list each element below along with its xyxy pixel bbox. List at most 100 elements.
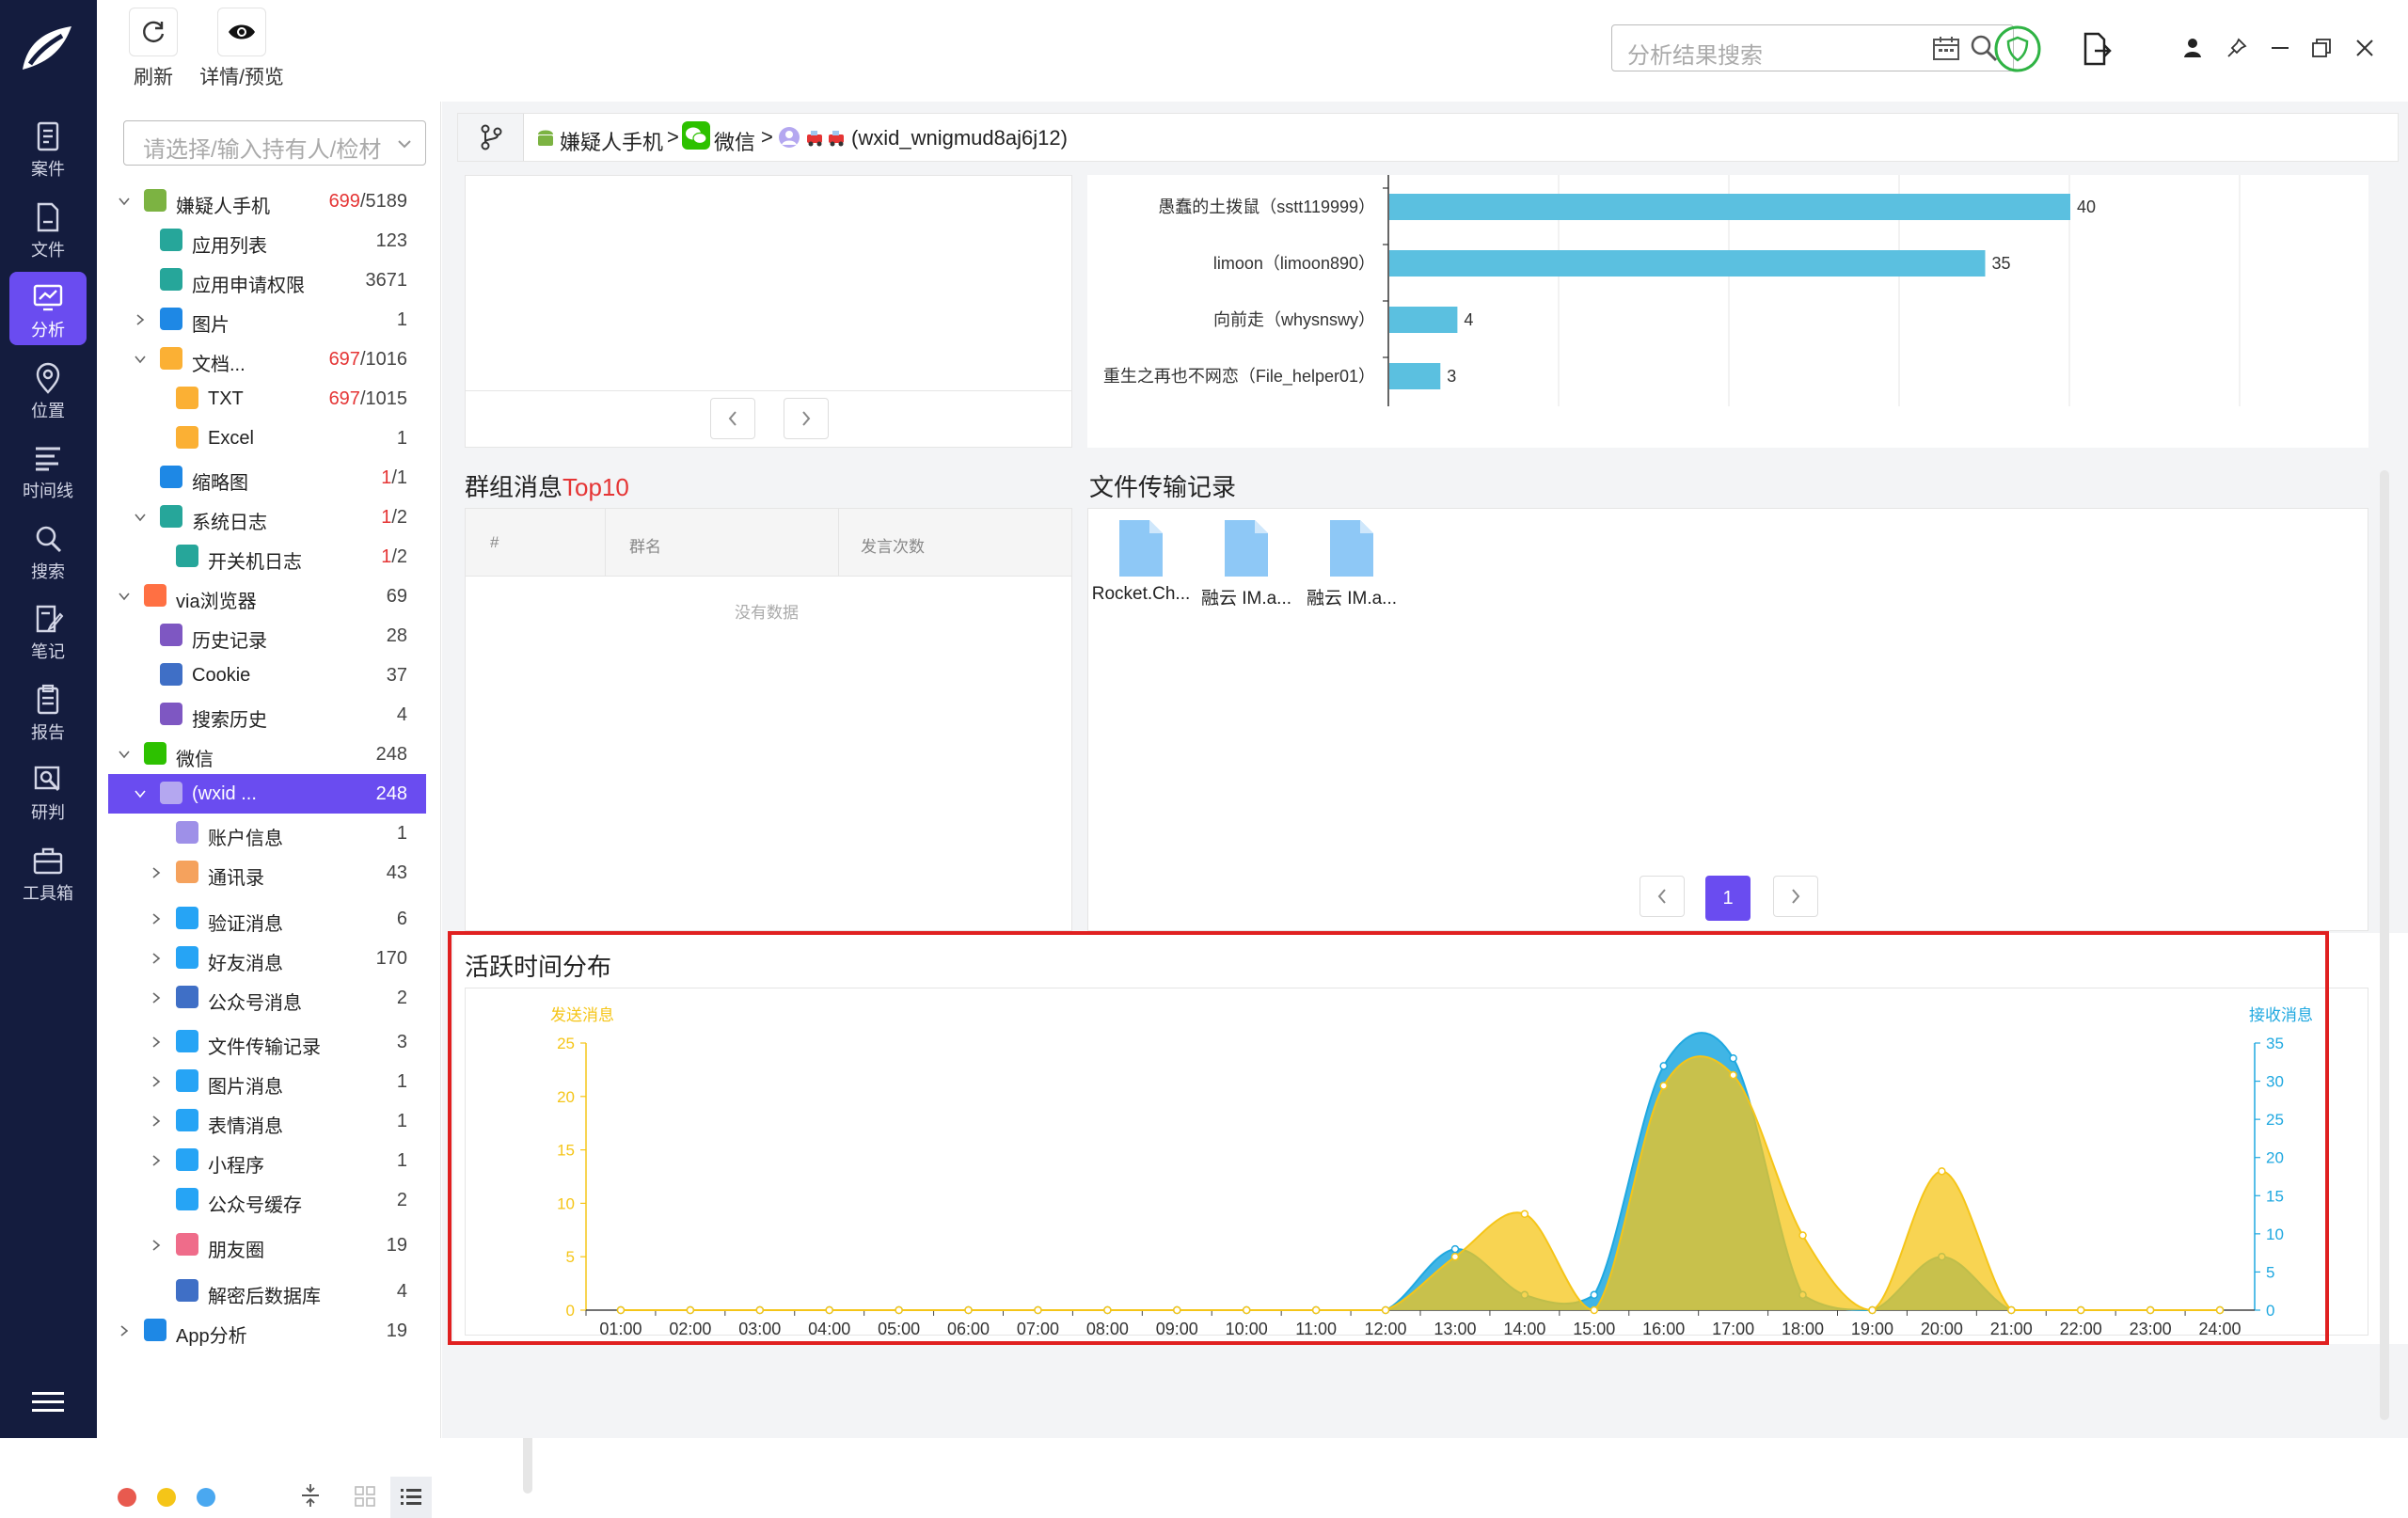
data-point[interactable] bbox=[1450, 1252, 1460, 1261]
tree-item[interactable]: 文件传输记录 3 bbox=[108, 1022, 426, 1062]
breadcrumb-app[interactable]: 微信 bbox=[714, 126, 755, 156]
tree-item[interactable]: 历史记录 28 bbox=[108, 616, 426, 656]
restore-icon[interactable] bbox=[2311, 38, 2332, 58]
menu-icon[interactable] bbox=[32, 1392, 64, 1413]
file-item[interactable]: Rocket.Ch... bbox=[1090, 518, 1192, 612]
tree-item[interactable]: 系统日志 1/2 bbox=[108, 498, 426, 537]
chevron-right-icon[interactable] bbox=[134, 313, 147, 326]
chevron-right-icon[interactable] bbox=[150, 1239, 163, 1252]
data-point[interactable] bbox=[964, 1305, 973, 1315]
holder-select[interactable]: 请选择/输入持有人/检材 bbox=[123, 120, 426, 166]
data-point[interactable] bbox=[1381, 1305, 1390, 1315]
tree-item[interactable]: 公众号消息 2 bbox=[108, 978, 426, 1018]
tree-item[interactable]: 验证消息 6 bbox=[108, 899, 426, 939]
minimize-icon[interactable] bbox=[2270, 38, 2290, 58]
data-point[interactable] bbox=[2007, 1305, 2016, 1315]
collapse-icon[interactable] bbox=[300, 1482, 321, 1509]
breadcrumb-account[interactable]: (wxid_wnigmud8aj6j12) bbox=[851, 126, 1068, 150]
data-point[interactable] bbox=[1659, 1082, 1668, 1090]
chevron-right-icon[interactable] bbox=[150, 1154, 163, 1167]
tree-item[interactable]: 搜索历史 4 bbox=[108, 695, 426, 735]
rail-item-analysis[interactable]: 分析 bbox=[9, 272, 87, 345]
chevron-down-icon[interactable] bbox=[134, 787, 147, 800]
data-point[interactable] bbox=[755, 1305, 765, 1315]
bar[interactable] bbox=[1389, 363, 1441, 389]
data-point[interactable] bbox=[2146, 1305, 2155, 1315]
tree-item[interactable]: 应用申请权限 3671 bbox=[108, 261, 426, 300]
next-page-button[interactable] bbox=[784, 398, 829, 439]
data-point[interactable] bbox=[1659, 1062, 1668, 1070]
file-item[interactable]: 融云 IM.a... bbox=[1196, 518, 1297, 612]
tree-item[interactable]: 通讯录 43 bbox=[108, 853, 426, 893]
tree-item[interactable]: via浏览器 69 bbox=[108, 577, 426, 616]
chevron-right-icon[interactable] bbox=[150, 991, 163, 1004]
refresh-button[interactable]: 刷新 bbox=[123, 8, 183, 90]
bar[interactable] bbox=[1389, 194, 2070, 220]
tree-item[interactable]: 开关机日志 1/2 bbox=[108, 537, 426, 577]
chevron-down-icon[interactable] bbox=[118, 748, 131, 761]
chevron-down-icon[interactable] bbox=[134, 353, 147, 366]
tree-item[interactable]: 嫌疑人手机 699/5189 bbox=[108, 182, 426, 221]
pin-icon[interactable] bbox=[2226, 38, 2247, 58]
tree-item[interactable]: 公众号缓存 2 bbox=[108, 1180, 426, 1220]
data-point[interactable] bbox=[1103, 1305, 1112, 1315]
chevron-right-icon[interactable] bbox=[150, 952, 163, 965]
calendar-icon[interactable] bbox=[1932, 35, 1960, 61]
tree-item[interactable]: 小程序 1 bbox=[108, 1141, 426, 1180]
tree-item[interactable]: 应用列表 123 bbox=[108, 221, 426, 261]
chevron-right-icon[interactable] bbox=[150, 866, 163, 879]
list-view-button[interactable] bbox=[390, 1477, 432, 1518]
data-point[interactable] bbox=[616, 1305, 626, 1315]
tree-item[interactable]: 账户信息 1 bbox=[108, 814, 426, 853]
current-page-button[interactable]: 1 bbox=[1705, 876, 1751, 921]
tree-item[interactable]: 图片消息 1 bbox=[108, 1062, 426, 1101]
yellow-dot-icon[interactable] bbox=[157, 1488, 176, 1507]
data-point[interactable] bbox=[1590, 1290, 1599, 1300]
next-page-button[interactable] bbox=[1773, 876, 1818, 917]
branch-button[interactable] bbox=[458, 114, 524, 161]
tree-item[interactable]: 好友消息 170 bbox=[108, 939, 426, 978]
rail-item-toolbox[interactable]: 工具箱 bbox=[9, 835, 87, 909]
data-point[interactable] bbox=[1520, 1210, 1529, 1219]
data-point[interactable] bbox=[1173, 1305, 1181, 1315]
data-point[interactable] bbox=[1938, 1167, 1946, 1176]
bar[interactable] bbox=[1389, 307, 1458, 333]
chevron-right-icon[interactable] bbox=[150, 912, 163, 925]
rail-item-judge[interactable]: 研判 bbox=[9, 754, 87, 828]
grid-view-icon[interactable] bbox=[355, 1486, 375, 1507]
rail-item-case[interactable]: 案件 bbox=[9, 111, 87, 184]
rail-item-file[interactable]: 文件 bbox=[9, 192, 87, 265]
rail-item-report[interactable]: 报告 bbox=[9, 674, 87, 748]
data-point[interactable] bbox=[1034, 1305, 1042, 1315]
breadcrumb-device[interactable]: 嫌疑人手机 bbox=[560, 126, 663, 156]
export-icon[interactable] bbox=[2082, 32, 2112, 66]
data-point[interactable] bbox=[2076, 1305, 2085, 1315]
red-dot-icon[interactable] bbox=[118, 1488, 136, 1507]
data-point[interactable] bbox=[1450, 1244, 1460, 1254]
tree-item[interactable]: 解密后数据库 4 bbox=[108, 1272, 426, 1311]
data-point[interactable] bbox=[1311, 1305, 1321, 1315]
rail-item-timeline[interactable]: 时间线 bbox=[9, 433, 87, 506]
result-search-input[interactable]: 分析结果搜索 bbox=[1611, 24, 2014, 71]
chevron-right-icon[interactable] bbox=[150, 1075, 163, 1088]
tree-item[interactable]: TXT 697/1015 bbox=[108, 379, 426, 419]
tree-item[interactable]: 缩略图 1/1 bbox=[108, 458, 426, 498]
chevron-right-icon[interactable] bbox=[150, 1115, 163, 1128]
shield-status-icon[interactable] bbox=[1993, 24, 2042, 73]
bar[interactable] bbox=[1389, 250, 1986, 277]
prev-page-button[interactable] bbox=[1640, 876, 1685, 917]
prev-page-button[interactable] bbox=[710, 398, 755, 439]
chevron-down-icon[interactable] bbox=[134, 511, 147, 524]
tree-item[interactable]: 朋友圈 19 bbox=[108, 1225, 426, 1265]
data-point[interactable] bbox=[1242, 1305, 1251, 1315]
tree-item[interactable]: 文档... 697/1016 bbox=[108, 340, 426, 379]
rail-item-note[interactable]: 笔记 bbox=[9, 593, 87, 667]
main-scrollbar[interactable] bbox=[2380, 470, 2389, 1420]
detail-preview-button[interactable]: 详情/预览 bbox=[195, 8, 289, 90]
user-icon[interactable] bbox=[2183, 38, 2202, 58]
chevron-down-icon[interactable] bbox=[118, 195, 131, 208]
tree-item[interactable]: 图片 1 bbox=[108, 300, 426, 340]
rail-item-search[interactable]: 搜索 bbox=[9, 514, 87, 587]
data-point[interactable] bbox=[1590, 1305, 1599, 1315]
data-point[interactable] bbox=[1868, 1305, 1877, 1315]
